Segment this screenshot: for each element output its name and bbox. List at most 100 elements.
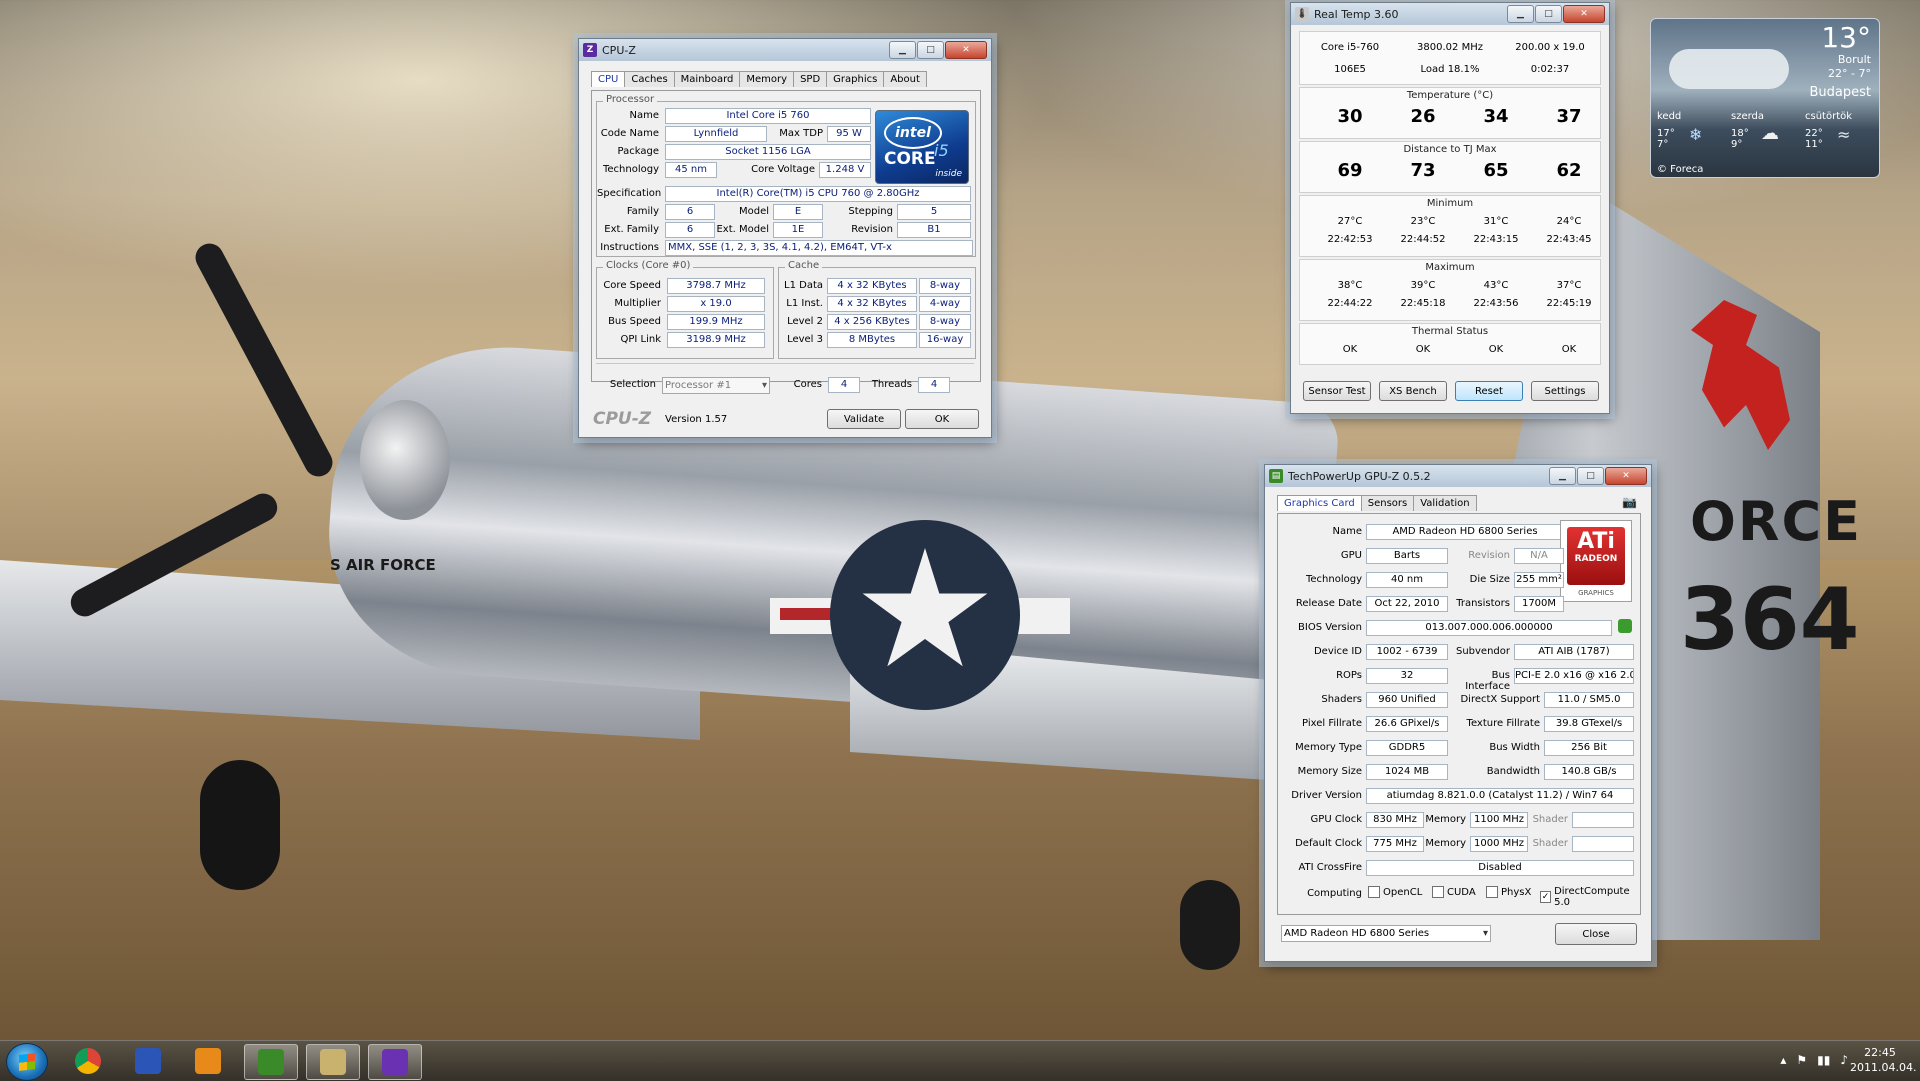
core-distance: 73	[1410, 160, 1436, 181]
network-icon[interactable]: ▮▮	[1817, 1053, 1830, 1067]
crossfire-value: Disabled	[1366, 860, 1634, 876]
forecast-day: kedd 17° 7° ❄	[1657, 111, 1727, 150]
shader-label: Shader	[1532, 814, 1568, 825]
businterface-value: PCI-E 2.0 x16 @ x16 2.0	[1514, 668, 1634, 684]
minimize-button[interactable]: ▁	[1507, 5, 1534, 23]
processor-select[interactable]: Processor #1 ▾	[662, 377, 770, 394]
weather-provider[interactable]: © Foreca	[1657, 164, 1703, 175]
close-button[interactable]: Close	[1555, 923, 1637, 945]
maximum-header: Maximum	[1425, 262, 1475, 273]
corespeed-value: 3798.7 MHz	[667, 278, 765, 294]
settings-button[interactable]: Settings	[1531, 381, 1599, 401]
technology-value: 40 nm	[1366, 572, 1448, 588]
ok-button[interactable]: OK	[905, 409, 979, 429]
tab-spd[interactable]: SPD	[793, 71, 828, 87]
tab-sensors[interactable]: Sensors	[1360, 495, 1415, 511]
system-tray: ▴ ⚑ ▮▮ ♪	[1780, 1053, 1848, 1067]
texfill-value: 39.8 GTexel/s	[1544, 716, 1634, 732]
taskbar-item-cpuz[interactable]	[368, 1044, 422, 1080]
transistors-label: Transistors	[1456, 598, 1510, 609]
checkbox-box: ✓	[1540, 891, 1552, 903]
taskbar-item-media-player[interactable]	[182, 1044, 234, 1078]
cpu-name-value: Intel Core i5 760	[665, 108, 871, 124]
deviceid-value: 1002 - 6739	[1366, 644, 1448, 660]
tab-mainboard[interactable]: Mainboard	[673, 71, 741, 87]
sensor-test-button[interactable]: Sensor Test	[1303, 381, 1371, 401]
revision-value: N/A	[1514, 548, 1564, 564]
weather-gadget[interactable]: 13° Borult 22° - 7° Budapest kedd 17° 7°…	[1650, 18, 1880, 178]
minimize-button[interactable]: ▁	[889, 41, 916, 59]
physx-checkbox[interactable]: PhysX	[1486, 886, 1531, 898]
clocks-group-label: Clocks (Core #0)	[603, 260, 694, 271]
directcompute-checkbox[interactable]: ✓ DirectCompute 5.0	[1540, 886, 1640, 908]
volume-icon[interactable]: ♪	[1840, 1053, 1848, 1067]
max-temp: 43°C	[1483, 280, 1509, 291]
minimum-header: Minimum	[1426, 198, 1474, 209]
xs-bench-button[interactable]: XS Bench	[1379, 381, 1447, 401]
wallpaper-tail-number: 364	[1680, 570, 1860, 670]
qpilink-value: 3198.9 MHz	[667, 332, 765, 348]
taskbar-item-chrome[interactable]	[62, 1044, 114, 1078]
cpuz-brand-logo: CPU-Z	[593, 409, 652, 429]
tab-caches[interactable]: Caches	[624, 71, 675, 87]
close-button[interactable]: ✕	[1605, 467, 1647, 485]
close-button[interactable]: ✕	[1563, 5, 1605, 23]
gpuz-titlebar[interactable]: ▤ TechPowerUp GPU-Z 0.5.2 ▁ □ ✕	[1265, 465, 1651, 487]
cache-row-way: 8-way	[919, 314, 971, 330]
realtemp-body: Core i5-760 3800.02 MHz 200.00 x 19.0 10…	[1299, 29, 1601, 405]
gpuz-window[interactable]: ▤ TechPowerUp GPU-Z 0.5.2 ▁ □ ✕ Graphics…	[1264, 464, 1652, 962]
checkbox-label: PhysX	[1501, 886, 1532, 898]
clocks-group: Clocks (Core #0) Core Speed 3798.7 MHz M…	[596, 260, 774, 359]
reset-button[interactable]: Reset	[1455, 381, 1523, 401]
max-temp: 39°C	[1410, 280, 1436, 291]
technology-value: 45 nm	[665, 162, 717, 178]
cpuz-window[interactable]: Z CPU-Z ▁ □ ✕ CPU Caches Mainboard Memor…	[578, 38, 992, 438]
corevoltage-value: 1.248 V	[819, 162, 871, 178]
opencl-checkbox[interactable]: OpenCL	[1368, 886, 1422, 898]
weather-condition: Borult	[1837, 53, 1871, 66]
cpuz-titlebar[interactable]: Z CPU-Z ▁ □ ✕	[579, 39, 991, 61]
buswidth-label: Bus Width	[1489, 742, 1540, 753]
wind-icon: ≈	[1837, 125, 1851, 144]
taskbar-clock[interactable]: 22:45 2011.04.04.	[1850, 1045, 1916, 1075]
close-button[interactable]: ✕	[945, 41, 987, 59]
maximize-button[interactable]: □	[1535, 5, 1562, 23]
gpu-name-value: AMD Radeon HD 6800 Series	[1366, 524, 1564, 540]
tab-validation[interactable]: Validation	[1413, 495, 1477, 511]
checkbox-box	[1486, 886, 1498, 898]
camera-icon[interactable]: 📷	[1622, 495, 1637, 509]
windows-logo-icon	[19, 1053, 35, 1071]
thermal-status-group: Thermal Status OK OK OK OK	[1299, 323, 1601, 365]
bios-save-icon[interactable]	[1618, 619, 1632, 633]
validate-button[interactable]: Validate	[827, 409, 901, 429]
maximize-button[interactable]: □	[917, 41, 944, 59]
instructions-value: MMX, SSE (1, 2, 3, 3S, 4.1, 4.2), EM64T,…	[665, 240, 973, 256]
show-hidden-icons-icon[interactable]: ▴	[1780, 1053, 1786, 1067]
cloud-icon: ☁	[1761, 123, 1779, 144]
minimize-button[interactable]: ▁	[1549, 467, 1576, 485]
max-time: 22:43:56	[1473, 298, 1519, 309]
tab-cpu[interactable]: CPU	[591, 71, 626, 87]
chevron-down-icon: ▾	[761, 380, 767, 391]
start-button[interactable]	[6, 1043, 48, 1081]
taskbar-item-realtemp[interactable]	[306, 1044, 360, 1080]
max-temp: 38°C	[1337, 280, 1363, 291]
tab-graphics-card[interactable]: Graphics Card	[1277, 495, 1362, 511]
corespeed-label: Core Speed	[603, 280, 661, 291]
tab-memory[interactable]: Memory	[739, 71, 795, 87]
run-time: 0:02:37	[1530, 64, 1570, 75]
cuda-checkbox[interactable]: CUDA	[1432, 886, 1476, 898]
cache-group-label: Cache	[785, 260, 823, 271]
checkbox-box	[1368, 886, 1380, 898]
core-temp: 37	[1556, 106, 1582, 127]
driver-label: Driver Version	[1291, 790, 1362, 801]
taskbar-item-save[interactable]	[122, 1044, 174, 1078]
realtemp-titlebar[interactable]: 🌡 Real Temp 3.60 ▁ □ ✕	[1291, 3, 1609, 25]
tab-about[interactable]: About	[883, 71, 927, 87]
realtemp-window[interactable]: 🌡 Real Temp 3.60 ▁ □ ✕ Core i5-760 3800.…	[1290, 2, 1610, 414]
maximize-button[interactable]: □	[1577, 467, 1604, 485]
action-center-flag-icon[interactable]: ⚑	[1796, 1053, 1807, 1067]
tab-graphics[interactable]: Graphics	[826, 71, 885, 87]
card-select[interactable]: AMD Radeon HD 6800 Series ▾	[1281, 925, 1491, 942]
taskbar-item-gpuz[interactable]	[244, 1044, 298, 1080]
